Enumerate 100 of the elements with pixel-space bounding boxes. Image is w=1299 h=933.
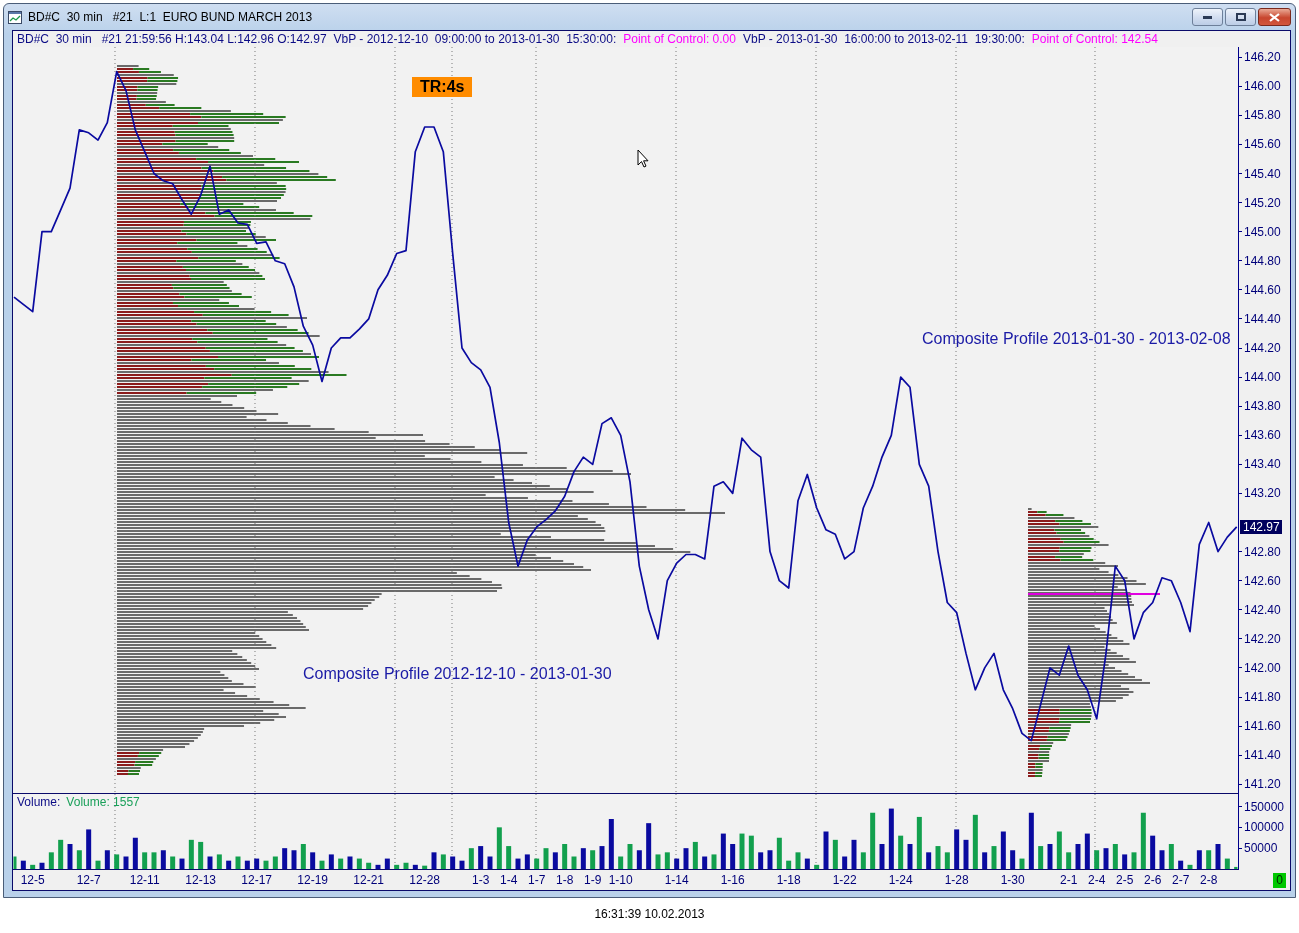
volume-bar [412, 864, 418, 869]
close-button[interactable] [1258, 8, 1291, 26]
volume-bar [879, 844, 885, 869]
volume-bar [870, 812, 876, 869]
window-title: BD#C 30 min #21 L:1 EURO BUND MARCH 2013 [28, 10, 313, 24]
volume-bar [39, 862, 45, 869]
volume-bar [524, 854, 530, 869]
axis-tick-label: 12-5 [20, 873, 45, 887]
volume-bar [786, 860, 792, 869]
volume-bar [851, 839, 857, 869]
volume-bar [310, 852, 316, 869]
volume-bar [842, 856, 848, 869]
volume-bar [590, 850, 596, 869]
volume-bar [972, 814, 978, 869]
volume-bar [76, 850, 82, 869]
axis-tick-label: 1-16 [720, 873, 745, 887]
volume-bar [888, 808, 894, 869]
profile-label: Composite Profile 2013-01-30 - 2013-02-08 [922, 330, 1231, 348]
axis-tick-label: 144.20 [1239, 341, 1281, 355]
volume-bar [804, 858, 810, 869]
volume-bar [478, 846, 484, 869]
volume-bar [1010, 850, 1016, 869]
volume-bar [422, 865, 428, 869]
volume-bar [1131, 852, 1137, 869]
volume-bar [1122, 854, 1128, 869]
volume-bar [1084, 833, 1090, 869]
volume-bar [375, 864, 381, 869]
volume-bar [664, 852, 670, 869]
axis-tick-label: 145.40 [1239, 166, 1281, 181]
volume-bar [646, 823, 652, 869]
volume-bar [1178, 860, 1184, 869]
axis-tick-label: 2-5 [1116, 873, 1134, 887]
volume-bar [1075, 844, 1081, 869]
axis-tick-label: 12-28 [409, 873, 440, 887]
axis-tick-label: 145.20 [1239, 195, 1281, 210]
axis-tick-label: 144.80 [1239, 253, 1281, 268]
volume-bar [235, 856, 241, 869]
pane-title: Volume: [17, 795, 61, 809]
axis-tick-label: 2-1 [1060, 873, 1078, 887]
volume-bar [347, 856, 353, 869]
volume-bar [338, 858, 344, 869]
volume-bar [487, 856, 493, 869]
volume-bar [1028, 812, 1034, 869]
volume-bar [1112, 844, 1118, 869]
volume-bar [384, 858, 390, 869]
axis-tick-label: 12-21 [353, 873, 384, 887]
volume-bar [272, 856, 278, 869]
volume-bar [263, 860, 269, 869]
volume-bar [1000, 831, 1006, 869]
volume-bar [552, 852, 558, 869]
volume-bar [571, 856, 577, 869]
volume-bar [776, 837, 782, 869]
last-price-label: 142.97 [1240, 519, 1282, 534]
volume-bar [356, 858, 362, 869]
volume-bar [1196, 850, 1202, 869]
volume-bar [328, 854, 334, 869]
axis-tick-label: 2-8 [1200, 873, 1218, 887]
volume-bar [170, 856, 176, 869]
axis-tick-label: 1-30 [1000, 873, 1025, 887]
axis-tick-label: 142.40 [1239, 602, 1281, 617]
axis-tick-label: 142.60 [1239, 573, 1281, 588]
app-window-icon [8, 10, 22, 24]
axis-tick-label: 144.40 [1239, 311, 1281, 326]
volume-bar [86, 829, 92, 869]
maximize-icon [1235, 13, 1246, 21]
volume-bar [1094, 850, 1100, 869]
axis-tick-label: 1-22 [832, 873, 857, 887]
volume-bar [1159, 850, 1165, 869]
axis-tick-label: 12-19 [297, 873, 328, 887]
timestamp-text: 16:31:39 10.02.2013 [594, 907, 705, 921]
minimize-button[interactable] [1192, 8, 1223, 26]
volume-bar [926, 852, 932, 869]
volume-bar [244, 860, 250, 869]
volume-bar [954, 829, 960, 869]
profile-label: Composite Profile 2012-12-10 - 2013-01-30 [303, 665, 612, 683]
volume-bar [431, 852, 437, 869]
volume-bar [440, 854, 446, 869]
volume-bar [580, 848, 586, 869]
volume-bar [394, 864, 400, 869]
volume-bar [730, 844, 736, 869]
maximize-button[interactable] [1225, 8, 1256, 26]
volume-bar [20, 860, 26, 869]
volume-reading: Volume: 1557 [66, 795, 140, 809]
volume-bar [1066, 852, 1072, 869]
volume-bar [58, 839, 64, 869]
volume-bar [291, 850, 297, 869]
volume-bar [132, 837, 138, 869]
close-icon [1269, 12, 1280, 22]
volume-bar [496, 827, 502, 869]
volume-bar [216, 854, 222, 869]
volume-bar [282, 848, 288, 869]
minimize-icon [1203, 15, 1212, 19]
axis-tick-label: 2-6 [1144, 873, 1162, 887]
axis-tick-label: 142.20 [1239, 631, 1281, 646]
chart-info-text: VbP - 2012-12-10 09:00:00 to 2013-01-30 15:30:00: [333, 32, 617, 46]
point-of-control-text: Point of Control: 0.00 [623, 32, 736, 46]
axis-tick-label: 12-11 [129, 873, 160, 887]
volume-bar [860, 852, 866, 869]
volume-bar [104, 850, 110, 869]
volume-bar [366, 862, 372, 869]
